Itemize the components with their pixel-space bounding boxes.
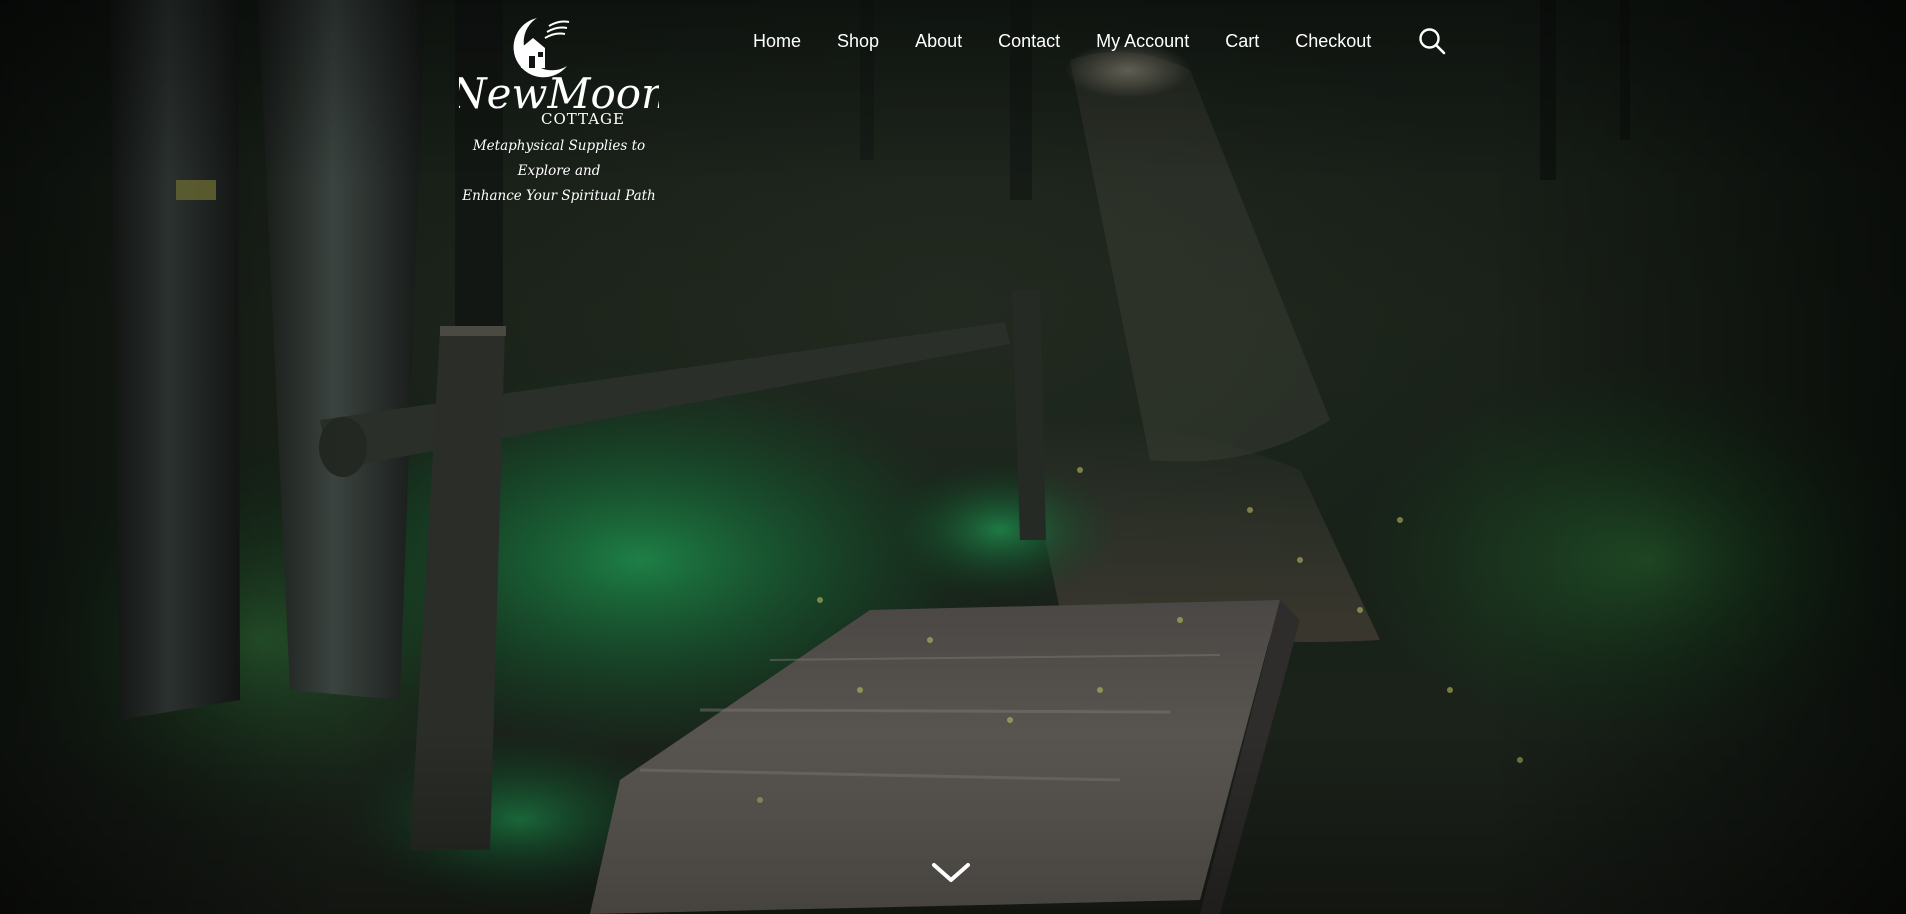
forest-scene-image (0, 0, 1906, 914)
nav-contact[interactable]: Contact (998, 31, 1060, 52)
site-logo[interactable]: NewMoon COTTAGE Metaphysical Supplies to… (456, 12, 662, 209)
nav-checkout[interactable]: Checkout (1295, 31, 1371, 52)
nav-my-account[interactable]: My Account (1096, 31, 1189, 52)
nav-about[interactable]: About (915, 31, 962, 52)
main-navigation: Home Shop About Contact My Account Cart … (753, 28, 1407, 54)
tagline-line-1: Metaphysical Supplies to Explore and (472, 138, 646, 179)
new-moon-cottage-logo: NewMoon COTTAGE (459, 18, 659, 128)
nav-shop[interactable]: Shop (837, 31, 879, 52)
tagline-line-2: Enhance Your Spiritual Path (462, 188, 656, 204)
scroll-down-button[interactable] (930, 860, 972, 886)
hero-background: NewMoon COTTAGE Metaphysical Supplies to… (0, 0, 1906, 914)
site-tagline: Metaphysical Supplies to Explore and Enh… (456, 134, 662, 209)
logo-subword: COTTAGE (541, 110, 625, 128)
nav-cart[interactable]: Cart (1225, 31, 1259, 52)
search-icon (1419, 28, 1446, 55)
nav-home[interactable]: Home (753, 31, 801, 52)
search-button[interactable] (1417, 26, 1447, 56)
chevron-down-icon (932, 863, 970, 882)
